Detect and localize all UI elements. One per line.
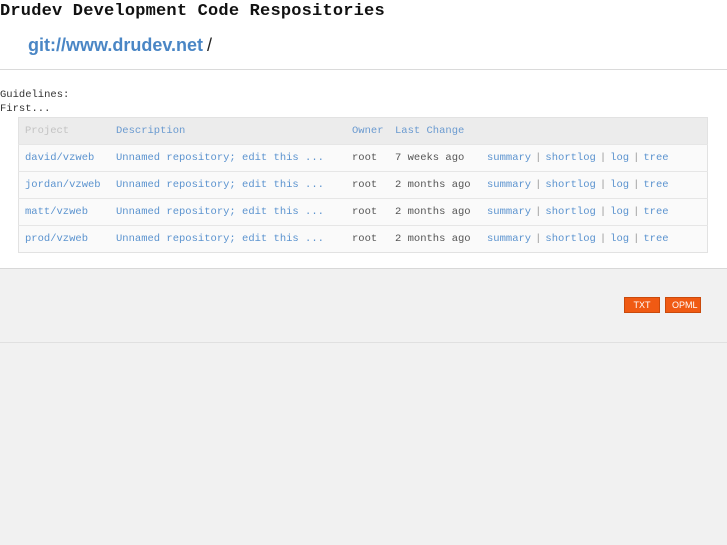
owner-cell: root xyxy=(352,179,378,191)
header-description[interactable]: Description xyxy=(110,118,346,145)
action-summary-link[interactable]: summary xyxy=(487,206,531,218)
action-shortlog-link[interactable]: shortlog xyxy=(545,179,595,191)
main-panel: Drudev Development Code Respositories gi… xyxy=(0,0,727,269)
action-separator: | xyxy=(599,233,607,245)
action-separator: | xyxy=(633,233,640,245)
last-change-cell: 2 months ago xyxy=(395,206,471,218)
opml-feed-button[interactable]: OPML xyxy=(665,297,701,313)
header-last-change[interactable]: Last Change xyxy=(389,118,481,145)
owner-cell: root xyxy=(352,152,378,164)
action-separator: | xyxy=(633,152,640,164)
repo-url-line: git://www.drudev.net / xyxy=(28,35,212,56)
table-header-row: Project Description Owner Last Change xyxy=(18,117,708,145)
action-separator: | xyxy=(633,206,640,218)
actions-cell: summary | shortlog | log | tree xyxy=(481,172,708,199)
action-summary-link[interactable]: summary xyxy=(487,179,531,191)
description-link[interactable]: Unnamed repository; edit this ... xyxy=(110,145,346,172)
url-slash: / xyxy=(207,35,213,55)
project-link[interactable]: david/vzweb xyxy=(19,145,111,172)
table-row: david/vzweb Unnamed repository; edit this… xyxy=(18,144,708,172)
action-log-link[interactable]: log xyxy=(610,206,629,218)
action-separator: | xyxy=(599,152,607,164)
action-shortlog-link[interactable]: shortlog xyxy=(545,152,595,164)
header-divider xyxy=(0,69,727,70)
description-link[interactable]: Unnamed repository; edit this ... xyxy=(110,172,346,199)
owner-cell: root xyxy=(352,233,378,245)
action-shortlog-link[interactable]: shortlog xyxy=(545,206,595,218)
feed-badges: TXT OPML xyxy=(624,297,701,313)
actions-cell: summary | shortlog | log | tree xyxy=(481,199,708,226)
action-tree-link[interactable]: tree xyxy=(643,206,668,218)
action-separator: | xyxy=(633,179,640,191)
actions-cell: summary | shortlog | log | tree xyxy=(481,145,708,172)
page-title: Drudev Development Code Respositories xyxy=(0,2,385,21)
action-summary-link[interactable]: summary xyxy=(487,152,531,164)
project-link[interactable]: prod/vzweb xyxy=(19,226,111,253)
action-tree-link[interactable]: tree xyxy=(643,152,668,164)
action-log-link[interactable]: log xyxy=(610,233,629,245)
header-owner[interactable]: Owner xyxy=(346,118,389,145)
header-actions xyxy=(481,118,708,145)
action-log-link[interactable]: log xyxy=(610,179,629,191)
description-link[interactable]: Unnamed repository; edit this ... xyxy=(110,226,346,253)
description-link[interactable]: Unnamed repository; edit this ... xyxy=(110,199,346,226)
action-log-link[interactable]: log xyxy=(610,152,629,164)
table-row: jordan/vzweb Unnamed repository; edit thi… xyxy=(18,171,708,199)
action-separator: | xyxy=(599,206,607,218)
action-separator: | xyxy=(535,179,542,191)
last-change-cell: 2 months ago xyxy=(395,179,471,191)
table-row: prod/vzweb Unnamed repository; edit this … xyxy=(18,225,708,253)
project-link[interactable]: jordan/vzweb xyxy=(19,172,111,199)
guidelines-first: First... xyxy=(0,103,51,115)
action-shortlog-link[interactable]: shortlog xyxy=(545,233,595,245)
actions-cell: summary | shortlog | log | tree xyxy=(481,226,708,253)
txt-feed-button[interactable]: TXT xyxy=(624,297,660,313)
action-summary-link[interactable]: summary xyxy=(487,233,531,245)
action-separator: | xyxy=(535,233,542,245)
action-separator: | xyxy=(599,179,607,191)
project-link[interactable]: matt/vzweb xyxy=(19,199,111,226)
repo-url-link[interactable]: git://www.drudev.net xyxy=(28,35,203,55)
guidelines-label: Guidelines: xyxy=(0,89,70,101)
last-change-cell: 2 months ago xyxy=(395,233,471,245)
footer-divider xyxy=(0,342,727,343)
table-row: matt/vzweb Unnamed repository; edit this … xyxy=(18,198,708,226)
guidelines-text: Guidelines: First... xyxy=(0,88,69,116)
action-tree-link[interactable]: tree xyxy=(643,179,668,191)
owner-cell: root xyxy=(352,206,378,218)
action-separator: | xyxy=(535,206,542,218)
action-separator: | xyxy=(535,152,542,164)
project-list-table: Project Description Owner Last Change da… xyxy=(18,117,708,253)
last-change-cell: 7 weeks ago xyxy=(395,152,465,164)
action-tree-link[interactable]: tree xyxy=(643,233,668,245)
header-project[interactable]: Project xyxy=(19,118,111,145)
